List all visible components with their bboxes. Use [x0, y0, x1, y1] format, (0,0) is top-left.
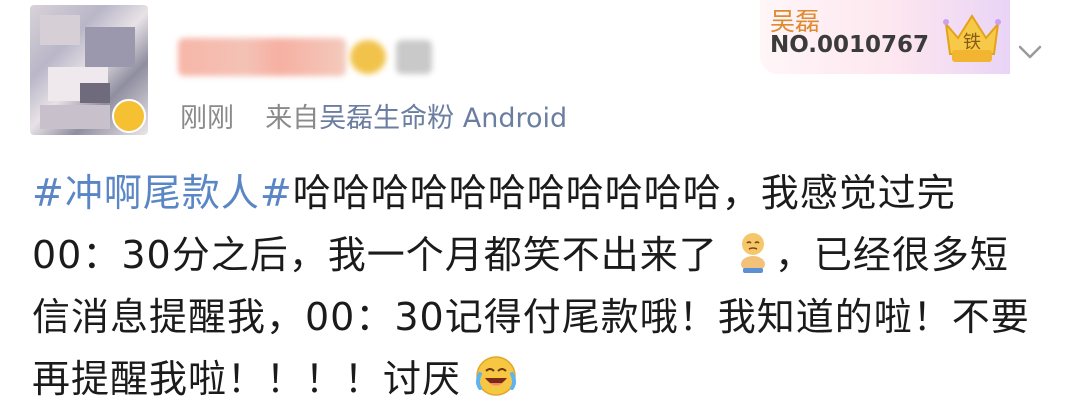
hashtag-link[interactable]: #冲啊尾款人# [32, 171, 293, 215]
chevron-down-icon[interactable] [1016, 38, 1044, 66]
laugh-cry-emoji-icon [476, 356, 517, 396]
user-avatar[interactable] [30, 5, 148, 135]
vip-badge-icon [350, 40, 386, 74]
crown-icon: 铁 [943, 14, 1001, 62]
fan-level-label: 铁 [963, 32, 981, 53]
cry-sitting-emoji-icon [740, 233, 765, 273]
post-meta: 刚刚 来自吴磊生命粉 Android [180, 96, 567, 135]
level-badge-icon [396, 40, 432, 74]
post-time: 刚刚 [180, 103, 234, 134]
username-blurred[interactable] [178, 38, 346, 76]
fan-card-number: NO.0010767 [770, 32, 930, 58]
source-app-link[interactable]: 吴磊生命粉 Android [319, 103, 567, 134]
source-prefix: 来自 [265, 103, 320, 134]
post-body: #冲啊尾款人#哈哈哈哈哈哈哈哈哈哈哈，我感觉过完00：30分之后，我一个月都笑不… [32, 162, 1042, 410]
verified-badge-icon [112, 99, 146, 133]
fan-card[interactable]: 吴磊 NO.0010767 铁 [760, 0, 1010, 74]
